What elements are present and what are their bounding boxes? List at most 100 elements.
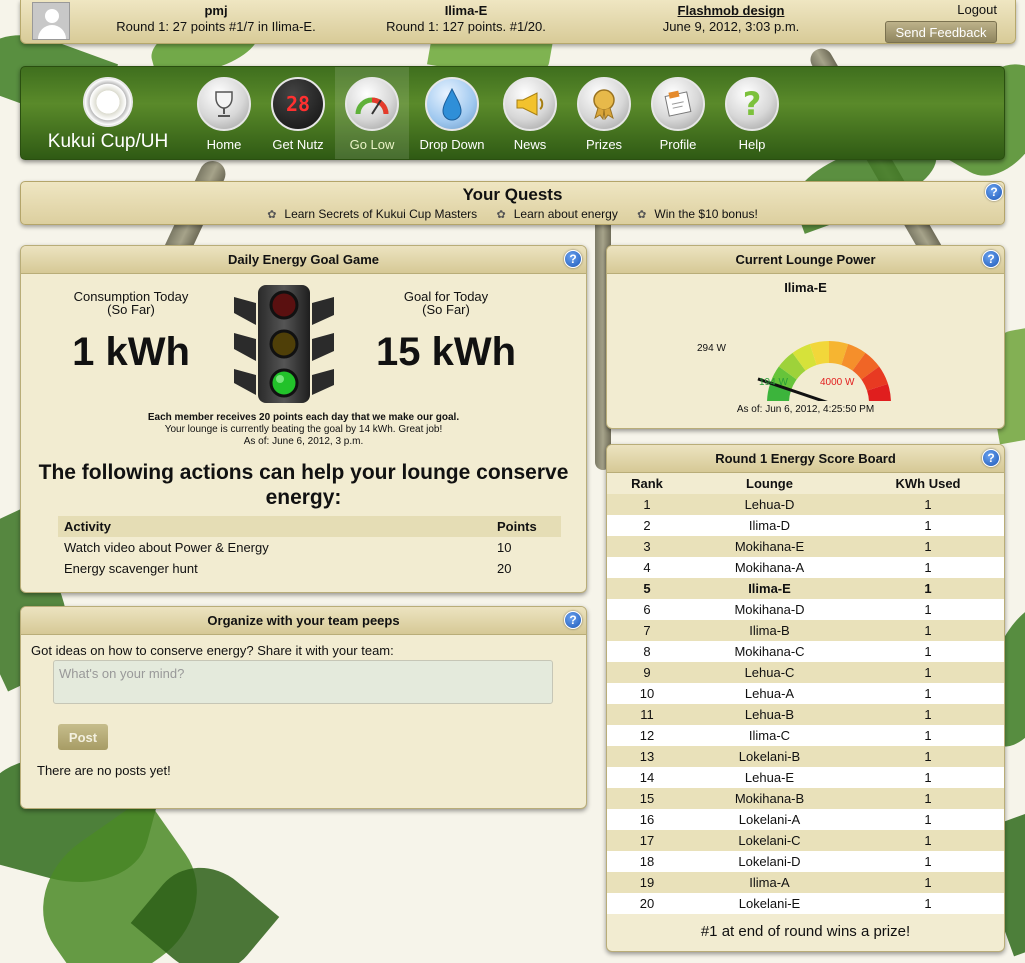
status-note: Your lounge is currently beating the goa… bbox=[164, 424, 443, 435]
energy-goal-header: Daily Energy Goal Game ? bbox=[21, 246, 586, 274]
kwh-cell: 1 bbox=[852, 515, 1004, 536]
table-row: 4 Mokihana-A 1 bbox=[607, 557, 1004, 578]
lounge-cell: Lehua-E bbox=[687, 767, 852, 788]
table-row[interactable]: Energy scavenger hunt 20 bbox=[58, 558, 561, 579]
user-name[interactable]: pmj bbox=[101, 3, 331, 19]
lounge-cell: Mokihana-D bbox=[687, 599, 852, 620]
kwh-cell: 1 bbox=[852, 683, 1004, 704]
lounge-cell: Lokelani-D bbox=[687, 851, 852, 872]
quest-item[interactable]: ✿ Win the $10 bonus! bbox=[633, 207, 762, 221]
profile-icon bbox=[651, 77, 705, 131]
nav-news[interactable]: News bbox=[493, 73, 567, 152]
table-row: 6 Mokihana-D 1 bbox=[607, 599, 1004, 620]
nav-home[interactable]: Home bbox=[187, 73, 261, 152]
quest-item[interactable]: ✿ Learn Secrets of Kukui Cup Masters bbox=[263, 207, 481, 221]
rank-cell: 1 bbox=[607, 494, 687, 515]
nav-prizes[interactable]: Prizes bbox=[567, 73, 641, 152]
energy-goal-panel: Daily Energy Goal Game ? Consumption Tod… bbox=[20, 245, 587, 593]
quests-bar: Your Quests ✿ Learn Secrets of Kukui Cup … bbox=[20, 181, 1005, 225]
table-row[interactable]: Watch video about Power & Energy 10 bbox=[58, 537, 561, 558]
lounge-power-help-icon[interactable]: ? bbox=[982, 250, 1000, 268]
rank-cell: 11 bbox=[607, 704, 687, 725]
event-link[interactable]: Flashmob design bbox=[631, 3, 831, 19]
nav-label-home: Home bbox=[206, 137, 242, 152]
nav-drop-down[interactable]: Drop Down bbox=[415, 73, 489, 152]
table-row: 16 Lokelani-A 1 bbox=[607, 809, 1004, 830]
trophy-icon bbox=[197, 77, 251, 131]
rank-cell: 6 bbox=[607, 599, 687, 620]
post-textarea[interactable] bbox=[53, 660, 553, 704]
activity-link[interactable]: Watch video about Power & Energy bbox=[58, 537, 491, 558]
table-row: 18 Lokelani-D 1 bbox=[607, 851, 1004, 872]
col-kwh: KWh Used bbox=[852, 473, 1004, 494]
table-row: 9 Lehua-C 1 bbox=[607, 662, 1004, 683]
quest-list: ✿ Learn Secrets of Kukui Cup Masters ✿ Lea… bbox=[21, 207, 1004, 221]
energy-goal-help-icon[interactable]: ? bbox=[564, 250, 582, 268]
rank-cell: 8 bbox=[607, 641, 687, 662]
power-team-name: Ilima-E bbox=[784, 280, 827, 295]
activity-link[interactable]: Energy scavenger hunt bbox=[58, 558, 491, 579]
col-points: Points bbox=[491, 516, 561, 537]
rank-cell: 13 bbox=[607, 746, 687, 767]
scoreboard-title: Round 1 Energy Score Board bbox=[715, 451, 896, 466]
as-of-note: As of: June 6, 2012, 3 p.m. bbox=[243, 436, 364, 447]
table-row: 19 Ilima-A 1 bbox=[607, 872, 1004, 893]
table-row: 3 Mokihana-E 1 bbox=[607, 536, 1004, 557]
table-row: 10 Lehua-A 1 bbox=[607, 683, 1004, 704]
medal-icon bbox=[577, 77, 631, 131]
rank-cell: 19 bbox=[607, 872, 687, 893]
rank-cell: 20 bbox=[607, 893, 687, 914]
organize-help-icon[interactable]: ? bbox=[564, 611, 582, 629]
kwh-cell: 1 bbox=[852, 893, 1004, 914]
lounge-cell: Lehua-D bbox=[687, 494, 852, 515]
megaphone-icon bbox=[503, 77, 557, 131]
team-name: Ilima-E bbox=[444, 3, 488, 18]
scoreboard-help-icon[interactable]: ? bbox=[982, 449, 1000, 467]
nav-help[interactable]: ? Help bbox=[715, 73, 789, 152]
user-status: Round 1: 27 points #1/7 in Ilima-E. bbox=[116, 19, 316, 34]
user-summary: pmj Round 1: 27 points #1/7 in Ilima-E. bbox=[101, 3, 331, 35]
kwh-cell: 1 bbox=[852, 578, 1004, 599]
kwh-cell: 1 bbox=[852, 662, 1004, 683]
goal-today: Goal for Today (So Far) 15 kWh bbox=[361, 290, 531, 375]
organize-panel: Organize with your team peeps ? Got idea… bbox=[20, 606, 587, 809]
send-feedback-button[interactable]: Send Feedback bbox=[885, 21, 997, 43]
rank-cell: 9 bbox=[607, 662, 687, 683]
lounge-cell: Ilima-D bbox=[687, 515, 852, 536]
table-row: 11 Lehua-B 1 bbox=[607, 704, 1004, 725]
nav-get-nutz[interactable]: 28 Get Nutz bbox=[261, 73, 335, 152]
team-status: Round 1: 127 points. #1/20. bbox=[386, 19, 546, 34]
quest-item[interactable]: ✿ Learn about energy bbox=[493, 207, 622, 221]
scoreboard-table: Rank Lounge KWh Used 1 Lehua-D 1 2 Ilima-D 1 3… bbox=[607, 473, 1004, 914]
nav-go-low[interactable]: Go Low bbox=[335, 67, 409, 159]
lounge-power-header: Current Lounge Power ? bbox=[607, 246, 1004, 274]
lounge-cell: Mokihana-B bbox=[687, 788, 852, 809]
post-button[interactable]: Post bbox=[58, 724, 108, 750]
table-row: 7 Ilima-B 1 bbox=[607, 620, 1004, 641]
logout-link[interactable]: Logout bbox=[957, 2, 997, 17]
lounge-cell: Ilima-A bbox=[687, 872, 852, 893]
kwh-cell: 1 bbox=[852, 767, 1004, 788]
col-activity: Activity bbox=[58, 516, 491, 537]
nav-label-drop-down: Drop Down bbox=[419, 137, 485, 152]
kwh-cell: 1 bbox=[852, 830, 1004, 851]
table-row: 20 Lokelani-E 1 bbox=[607, 893, 1004, 914]
lounge-cell: Lokelani-B bbox=[687, 746, 852, 767]
lounge-cell: Lehua-B bbox=[687, 704, 852, 725]
avatar[interactable] bbox=[32, 2, 70, 40]
quests-help-icon[interactable]: ? bbox=[985, 183, 1003, 201]
consumption-sub: (So Far) bbox=[107, 302, 155, 317]
water-drop-icon bbox=[425, 77, 479, 131]
nav-label-news: News bbox=[513, 137, 547, 152]
lounge-cell: Lokelani-E bbox=[687, 893, 852, 914]
scoreboard-footer: #1 at end of round wins a prize! bbox=[700, 923, 911, 940]
rank-cell: 17 bbox=[607, 830, 687, 851]
kwh-cell: 1 bbox=[852, 809, 1004, 830]
main-nav: Kukui Cup/UH Home 28 Get Nutz Go Low Dro… bbox=[20, 66, 1005, 160]
scoreboard-header: Round 1 Energy Score Board ? bbox=[607, 445, 1004, 473]
event-time: June 9, 2012, 3:03 p.m. bbox=[662, 19, 800, 34]
power-as-of: As of: Jun 6, 2012, 4:25:50 PM bbox=[736, 404, 875, 415]
brand[interactable]: Kukui Cup/UH bbox=[33, 75, 183, 153]
nav-label-get-nutz: Get Nutz bbox=[272, 137, 324, 152]
nav-profile[interactable]: Profile bbox=[641, 73, 715, 152]
